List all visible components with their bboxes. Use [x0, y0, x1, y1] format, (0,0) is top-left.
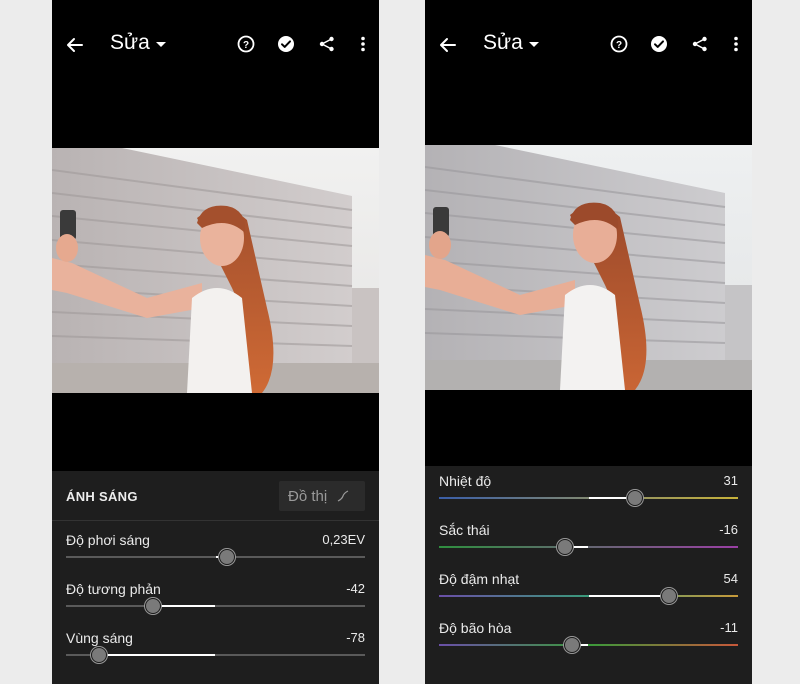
- graph-curve-icon: [337, 490, 349, 502]
- edit-mode-dropdown[interactable]: Sửa: [110, 31, 166, 55]
- svg-text:?: ?: [616, 40, 622, 51]
- slider-row: Độ đậm nhạt 54: [425, 571, 752, 619]
- screen-title: Sửa: [483, 31, 523, 54]
- svg-text:?: ?: [243, 40, 249, 51]
- slider-thumb[interactable]: [90, 647, 107, 663]
- slider-thumb[interactable]: [626, 490, 643, 506]
- slider-thumb[interactable]: [219, 549, 236, 565]
- edit-mode-dropdown[interactable]: Sửa: [483, 31, 539, 55]
- light-adjust-panel: ÁNH SÁNG Đồ thị Độ phơi sáng 0,23EV Độ tươ…: [52, 471, 379, 684]
- slider-value: 54: [723, 571, 738, 586]
- slider-thumb[interactable]: [564, 637, 581, 653]
- caret-down-icon: [155, 41, 166, 47]
- slider-track[interactable]: [66, 605, 365, 607]
- edited-photo: [52, 148, 379, 393]
- screen-title: Sửa: [110, 31, 150, 54]
- edited-photo: [425, 145, 752, 390]
- slider-label: Độ đậm nhạt: [439, 571, 520, 587]
- back-arrow-icon[interactable]: [437, 34, 459, 56]
- slider-thumb[interactable]: [556, 539, 573, 555]
- slider-label: Độ tương phản: [66, 581, 161, 597]
- more-vertical-icon[interactable]: [726, 34, 746, 54]
- caret-down-icon: [528, 41, 539, 47]
- curve-graph-button[interactable]: Đồ thị: [279, 481, 365, 511]
- slider-track[interactable]: [439, 644, 738, 646]
- slider-row: Độ tương phản -42: [52, 581, 379, 629]
- help-icon[interactable]: ?: [236, 34, 256, 54]
- slider-value: -78: [346, 630, 365, 645]
- slider-fill: [98, 654, 216, 656]
- slider-value: -42: [346, 581, 365, 596]
- slider-value: -16: [719, 522, 738, 537]
- slider-label: Độ bão hòa: [439, 620, 512, 636]
- share-icon[interactable]: [690, 34, 710, 54]
- slider-value: -11: [720, 620, 738, 635]
- slider-row: Nhiệt độ 31: [425, 473, 752, 521]
- top-bar: Sửa ?: [52, 0, 379, 90]
- slider-fill: [152, 605, 216, 607]
- slider-row: Độ phơi sáng 0,23EV: [52, 532, 379, 580]
- slider-value: 31: [723, 473, 738, 488]
- slider-label: Vùng sáng: [66, 630, 133, 646]
- more-vertical-icon[interactable]: [353, 34, 373, 54]
- panel-header: ÁNH SÁNG Đồ thị: [52, 471, 379, 521]
- slider-thumb[interactable]: [144, 598, 161, 614]
- slider-row: Vùng sáng -78: [52, 630, 379, 678]
- back-arrow-icon[interactable]: [64, 34, 86, 56]
- share-icon[interactable]: [317, 34, 337, 54]
- panel-title: ÁNH SÁNG: [66, 489, 138, 504]
- slider-value: 0,23EV: [322, 532, 365, 547]
- slider-row: Sắc thái -16: [425, 522, 752, 570]
- slider-label: Độ phơi sáng: [66, 532, 150, 548]
- slider-label: Nhiệt độ: [439, 473, 492, 489]
- slider-row: Độ bão hòa -11: [425, 620, 752, 668]
- slider-label: Sắc thái: [439, 522, 490, 538]
- help-icon[interactable]: ?: [609, 34, 629, 54]
- check-circle-icon[interactable]: [649, 34, 669, 54]
- phone-screen-right: Sửa ? Nhiệt độ 31 Sắc thái -16 Độ đậm nh…: [425, 0, 752, 684]
- slider-thumb[interactable]: [661, 588, 678, 604]
- check-circle-icon[interactable]: [276, 34, 296, 54]
- slider-fill: [588, 595, 670, 597]
- phone-screen-left: Sửa ? ÁNH SÁNG Đồ thị Độ phơi sáng 0,23E…: [52, 0, 379, 684]
- slider-track[interactable]: [439, 546, 738, 548]
- graph-button-label: Đồ thị: [288, 487, 328, 505]
- color-adjust-panel: Nhiệt độ 31 Sắc thái -16 Độ đậm nhạt 54 Độ bão…: [425, 466, 752, 684]
- top-bar: Sửa ?: [425, 0, 752, 90]
